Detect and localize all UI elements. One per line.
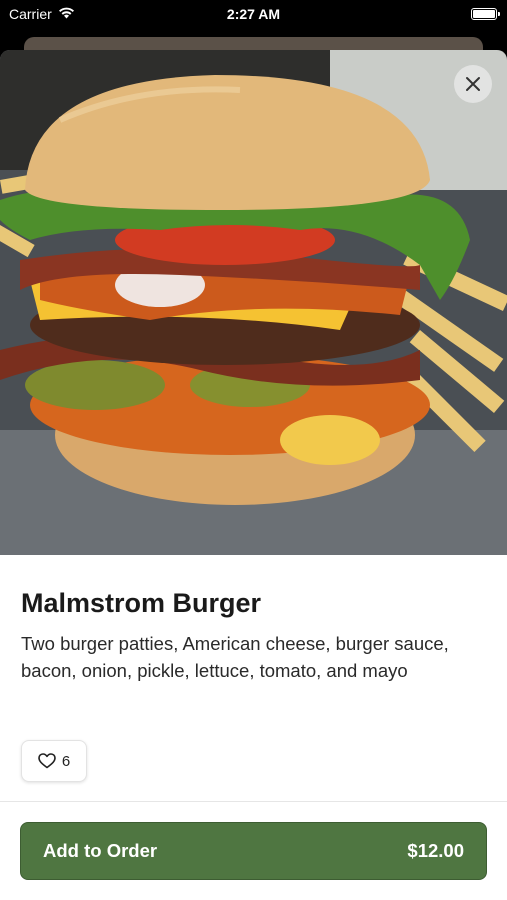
add-to-order-button[interactable]: Add to Order $12.00 <box>20 822 487 880</box>
status-bar: Carrier 2:27 AM <box>0 0 507 34</box>
like-button[interactable]: 6 <box>21 740 87 782</box>
burger-photo <box>0 50 507 555</box>
status-time: 2:27 AM <box>226 6 281 22</box>
like-count: 6 <box>61 752 71 770</box>
item-detail-sheet: Malmstrom Burger Two burger patties, Ame… <box>0 50 507 900</box>
battery-icon <box>471 8 500 20</box>
heart-icon <box>38 753 56 769</box>
item-title: Malmstrom Burger <box>21 588 262 618</box>
close-button[interactable] <box>454 65 492 103</box>
close-icon <box>466 77 480 91</box>
add-to-order-label: Add to Order <box>43 840 158 861</box>
price-label: $12.00 <box>407 840 464 861</box>
item-description: Two burger patties, American cheese, bur… <box>21 633 449 681</box>
divider <box>0 801 507 802</box>
